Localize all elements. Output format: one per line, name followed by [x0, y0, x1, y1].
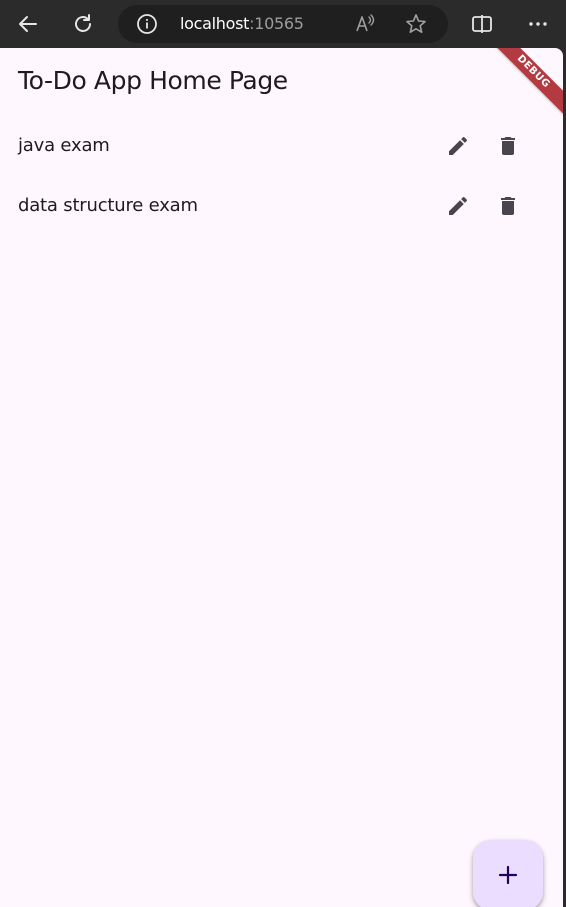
refresh-button[interactable]: [65, 6, 101, 42]
pencil-icon: [449, 136, 468, 155]
debug-banner: DEBUG: [484, 48, 563, 121]
trash-icon: [501, 197, 515, 215]
url-port: :10565: [249, 14, 304, 33]
plus-icon: [498, 865, 518, 885]
delete-todo-button[interactable]: [488, 126, 528, 166]
add-todo-button[interactable]: [473, 840, 543, 907]
edit-todo-button[interactable]: [438, 126, 478, 166]
trash-icon: [501, 137, 515, 155]
favorite-button[interactable]: [404, 13, 428, 35]
page-title: To-Do App Home Page: [18, 66, 288, 95]
todo-text: java exam: [18, 135, 110, 156]
split-screen-icon: [472, 15, 492, 33]
todo-text: data structure exam: [18, 195, 198, 216]
url-text[interactable]: localhost:10565: [180, 14, 304, 34]
read-aloud-button[interactable]: [354, 13, 378, 35]
star-icon: [406, 14, 426, 33]
back-button[interactable]: [10, 6, 46, 42]
url-host: localhost: [180, 14, 250, 33]
read-aloud-icon: [356, 14, 375, 32]
delete-todo-button[interactable]: [488, 186, 528, 226]
more-icon: [529, 22, 547, 26]
todo-item: java exam: [0, 116, 563, 176]
refresh-icon: [75, 14, 91, 32]
todo-list: java exam data structure exam: [0, 116, 563, 236]
edit-todo-button[interactable]: [438, 186, 478, 226]
address-bar[interactable]: localhost:10565: [118, 5, 448, 43]
split-screen-button[interactable]: [464, 6, 500, 42]
pencil-icon: [449, 196, 468, 215]
arrow-left-icon: [19, 16, 37, 32]
info-icon: [137, 14, 157, 34]
site-info-button[interactable]: [136, 13, 158, 35]
browser-toolbar: localhost:10565: [0, 0, 566, 48]
todo-item: data structure exam: [0, 176, 563, 236]
app-page: To-Do App Home Page DEBUG java exam data…: [0, 48, 563, 907]
more-button[interactable]: [520, 6, 556, 42]
